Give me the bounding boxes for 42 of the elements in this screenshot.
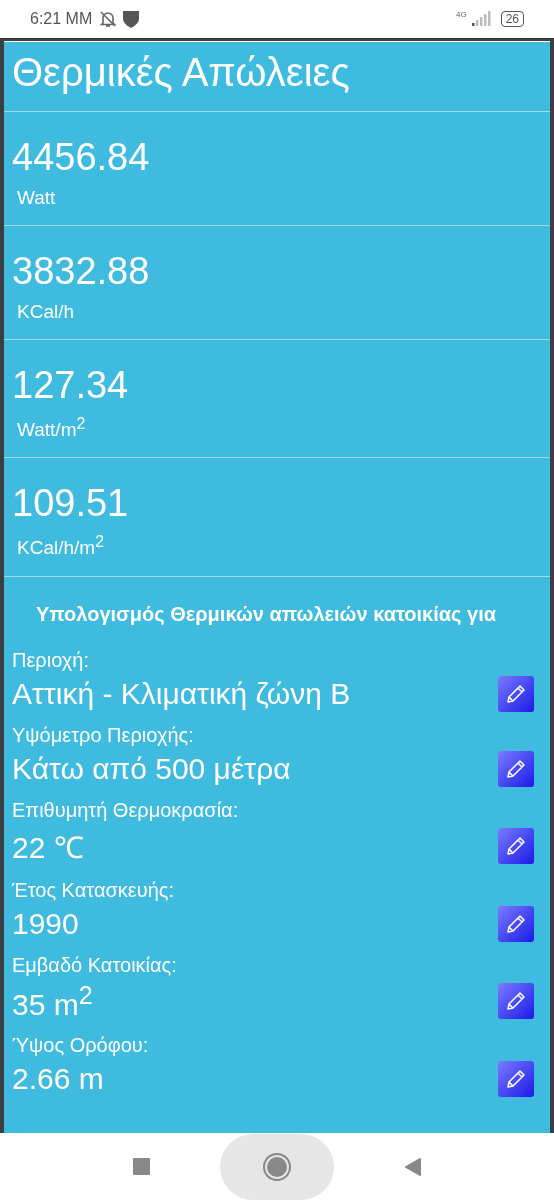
parameter-value: Αττική - Κλιματική ζώνη Β (12, 676, 351, 711)
bell-off-icon (98, 9, 119, 29)
parameter-label: Υψόμετρο Περιοχής: (12, 723, 195, 747)
parameter-label: Επιθυμητή Θερμοκρασία: (12, 798, 240, 822)
network-type: 4G (455, 10, 467, 19)
edit-button[interactable] (498, 828, 534, 865)
result-unit: Watt (17, 187, 57, 209)
result-unit: KCal/h/m$^{2}$ (17, 533, 105, 560)
pencil-icon (505, 1067, 527, 1090)
parameter-label: Ύψος Ορόφου: (12, 1033, 150, 1057)
result-unit: Watt/m$^{2}$ (17, 415, 87, 442)
edit-button[interactable] (498, 905, 534, 942)
back-button[interactable] (403, 1156, 422, 1177)
edit-button[interactable] (498, 750, 534, 787)
pencil-icon (505, 835, 527, 858)
signal-icon (470, 11, 491, 27)
battery-level: 26 (500, 11, 524, 27)
result-value: 127.34 (12, 364, 130, 407)
parameter-label: Εμβαδό Κατοικίας: (12, 953, 178, 977)
edit-button[interactable] (498, 675, 534, 712)
edit-button[interactable] (498, 983, 534, 1020)
status-time: 6:21 MM (30, 10, 93, 28)
shield-icon (122, 9, 141, 29)
pencil-icon (505, 757, 527, 780)
result-value: 109.51 (12, 482, 130, 526)
edit-button[interactable] (498, 1060, 534, 1097)
pencil-icon (505, 682, 527, 705)
section-heading: Υπολογισμός Θερμικών απωλειών κατοικίας για (35, 601, 497, 627)
parameter-value: 22 ℃ (12, 829, 84, 866)
pencil-icon (505, 912, 527, 935)
parameter-value: Κάτω από 500 μέτρα (12, 751, 291, 786)
recents-button[interactable] (132, 1158, 150, 1175)
parameter-value: 2.66 m (12, 1061, 104, 1096)
parameter-value: 35 m$^{2}$ (12, 980, 93, 1022)
parameter-value: 1990 (12, 906, 79, 941)
result-unit: KCal/h (17, 301, 76, 323)
pencil-icon (505, 990, 527, 1013)
page-title: Θερμικές Απώλειες (4, 42, 550, 112)
parameter-label: Περιοχή: (12, 648, 90, 672)
parameter-label: Έτος Κατασκευής: (12, 878, 175, 902)
result-value: 3832.88 (12, 250, 151, 293)
result-value: 4456.84 (12, 136, 151, 179)
